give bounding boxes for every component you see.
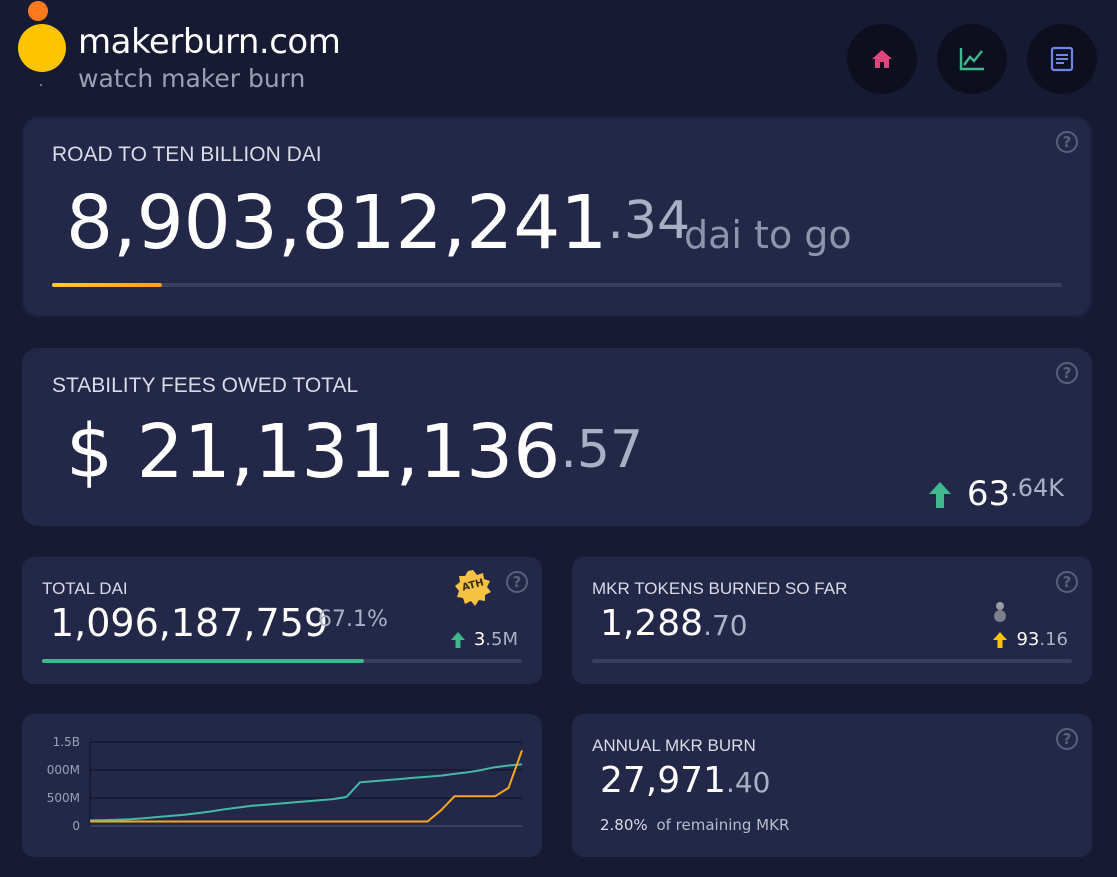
change-decimal: .16 bbox=[1039, 629, 1068, 650]
value-decimal: .34 bbox=[607, 191, 691, 251]
annual-burn-percent: 2.80% bbox=[600, 816, 648, 834]
chart-y-tick-label: 0 bbox=[72, 819, 80, 833]
mkr-burned-change: 93.16 bbox=[992, 629, 1068, 650]
chart-y-tick-label: 1.5B bbox=[53, 735, 80, 749]
arrow-up-icon bbox=[450, 631, 465, 648]
document-icon bbox=[1050, 46, 1074, 72]
total-dai-value: 1,096,187,759 bbox=[50, 601, 329, 645]
person-icon bbox=[992, 601, 1008, 623]
site-title[interactable]: makerburn.com bbox=[78, 22, 341, 62]
change-integer: 3 bbox=[473, 629, 486, 650]
annual-burn-subtext: of remaining MKR bbox=[656, 816, 790, 834]
total-dai-chart[interactable]: 1.5B 000M 500M 0 bbox=[22, 714, 542, 857]
mkr-burned-value: 1,288.70 bbox=[600, 603, 748, 644]
total-dai-card: ? ATH TOTAL DAI 1,096,187,759 67.1% 3.5M bbox=[22, 557, 542, 684]
total-dai-progress-track bbox=[42, 659, 522, 663]
help-icon[interactable]: ? bbox=[1056, 131, 1078, 153]
annual-burn-percent-row: 2.80% of remaining MKR bbox=[600, 816, 789, 834]
chart-series-line-0 bbox=[89, 763, 523, 822]
chart-series-line-1 bbox=[90, 750, 523, 823]
card-title: TOTAL DAI bbox=[42, 579, 128, 598]
fees-change: 63.64K bbox=[927, 474, 1064, 514]
card-title: ROAD TO TEN BILLION DAI bbox=[52, 143, 322, 166]
road-progress-fill bbox=[52, 283, 163, 287]
nav-chart-button[interactable] bbox=[937, 24, 1007, 94]
total-dai-change: 3.5M bbox=[450, 629, 518, 650]
value-integer: 27,971 bbox=[600, 760, 726, 801]
value-integer: 1,288 bbox=[600, 603, 704, 644]
dai-to-go-value: 8,903,812,241.34 bbox=[66, 179, 690, 267]
change-integer: 93 bbox=[1016, 629, 1040, 650]
value-decimal: .40 bbox=[725, 766, 771, 799]
road-to-ten-billion-card: ? ROAD TO TEN BILLION DAI 8,903,812,241.… bbox=[22, 117, 1092, 317]
total-dai-percent: 67.1% bbox=[318, 607, 388, 632]
stability-fees-card: ? STABILITY FEES OWED TOTAL $ 21,131,136… bbox=[22, 348, 1092, 526]
home-icon bbox=[872, 50, 892, 68]
dai-to-go-suffix: dai to go bbox=[684, 213, 852, 257]
help-icon[interactable]: ? bbox=[1056, 728, 1078, 750]
value-integer: 21,131,136 bbox=[136, 409, 561, 495]
mkr-burned-track bbox=[592, 659, 1072, 663]
flame-logo bbox=[12, 0, 72, 90]
site-tagline: watch maker burn bbox=[78, 64, 306, 93]
help-icon[interactable]: ? bbox=[506, 571, 528, 593]
road-progress-track bbox=[52, 283, 1062, 287]
mkr-burned-card: ? MKR TOKENS BURNED SO FAR 1,288.70 93.1… bbox=[572, 557, 1092, 684]
change-decimal: .64K bbox=[1010, 474, 1064, 502]
card-title: ANNUAL MKR BURN bbox=[592, 736, 756, 755]
value-decimal: .70 bbox=[703, 609, 748, 642]
ath-badge: ATH bbox=[454, 569, 492, 607]
value-decimal: .57 bbox=[560, 420, 644, 480]
change-decimal: .5M bbox=[485, 629, 518, 650]
nav-docs-button[interactable] bbox=[1027, 24, 1097, 94]
nav-home-button[interactable] bbox=[847, 24, 917, 94]
arrow-up-icon bbox=[993, 631, 1008, 648]
annual-burn-value: 27,971.40 bbox=[600, 760, 771, 801]
help-icon[interactable]: ? bbox=[1056, 571, 1078, 593]
fees-value: $ 21,131,136.57 bbox=[66, 408, 643, 496]
chart-y-tick-label: 500M bbox=[47, 791, 80, 805]
currency-symbol: $ bbox=[66, 409, 114, 495]
help-icon[interactable]: ? bbox=[1056, 362, 1078, 384]
card-title: MKR TOKENS BURNED SO FAR bbox=[592, 579, 848, 598]
change-integer: 63 bbox=[966, 474, 1011, 514]
value-integer: 8,903,812,241 bbox=[66, 180, 608, 266]
card-title: STABILITY FEES OWED TOTAL bbox=[52, 374, 359, 397]
chart-line-icon bbox=[959, 48, 984, 71]
annual-mkr-burn-card: ? ANNUAL MKR BURN 27,971.40 2.80% of rem… bbox=[572, 714, 1092, 857]
chart-y-tick-label: 000M bbox=[47, 763, 80, 777]
arrow-up-icon bbox=[928, 482, 951, 508]
total-dai-chart-card[interactable]: 1.5B 000M 500M 0 bbox=[22, 714, 542, 857]
total-dai-progress-fill bbox=[42, 659, 365, 663]
